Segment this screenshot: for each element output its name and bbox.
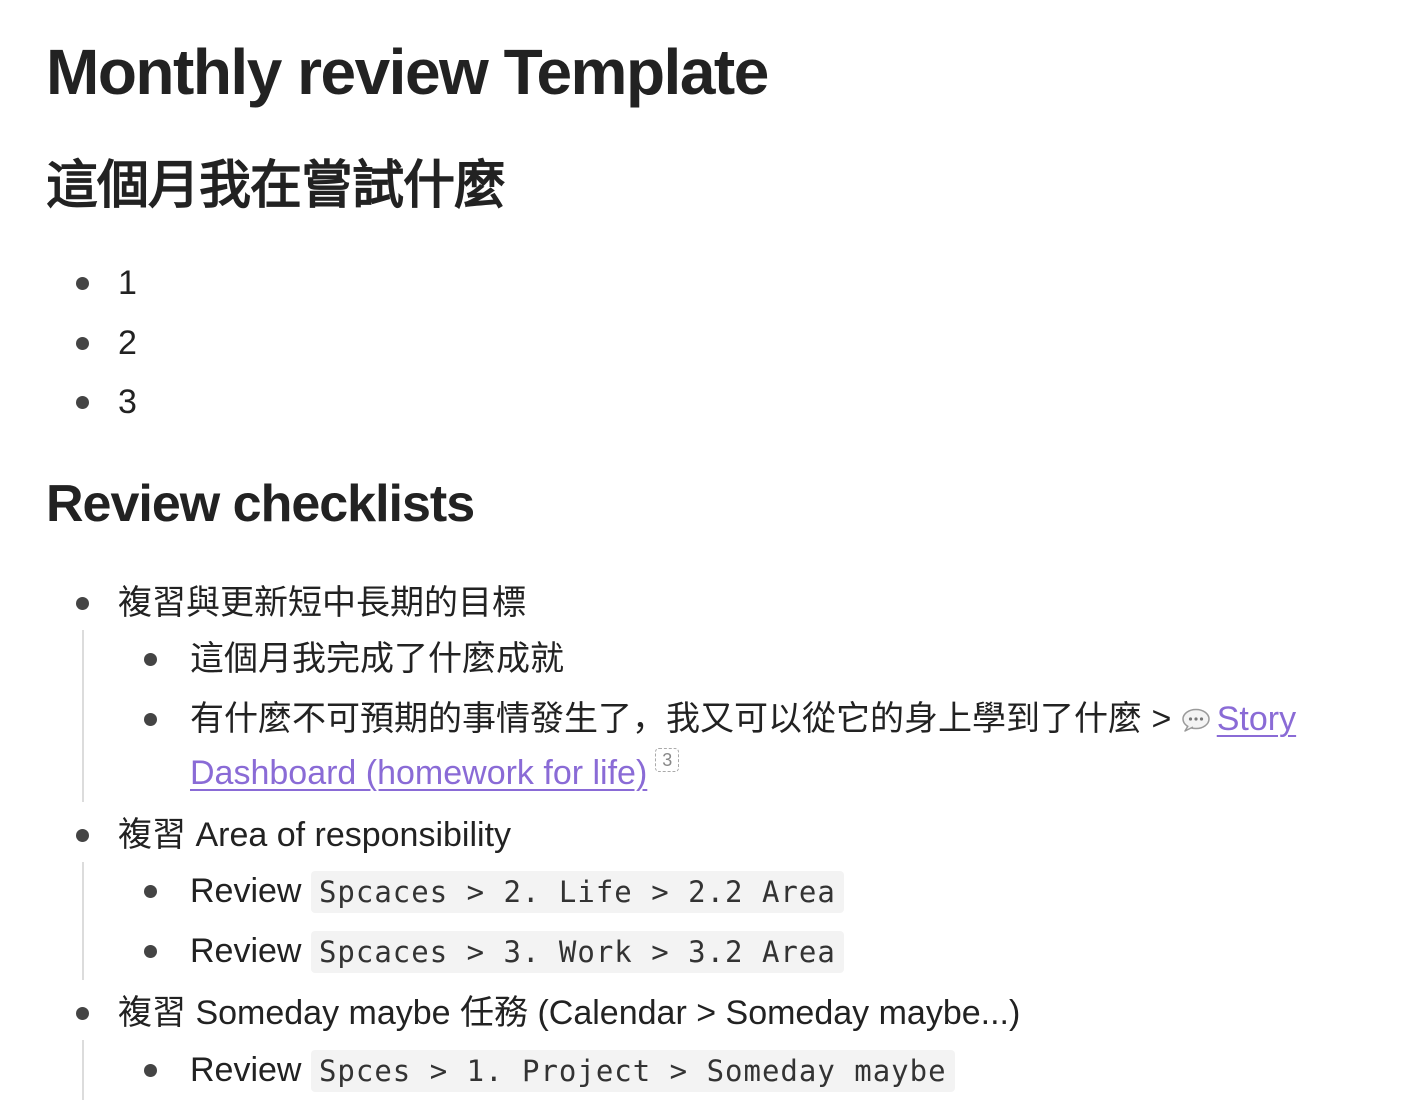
list-item-text: 複習 Area of responsibility <box>118 816 512 854</box>
list-item-text: 複習與更新短中長期的目標 <box>118 584 526 622</box>
checklist-subitem: Review Spces > 1. Project > Someday mayb… <box>144 1043 955 1098</box>
review-prefix: Review <box>190 932 302 970</box>
list-item-text: 3 <box>118 383 137 421</box>
review-prefix: Review <box>190 1051 302 1089</box>
bullet-icon <box>144 1064 157 1077</box>
nesting-guide-line <box>82 630 84 802</box>
page-title: Monthly review Template <box>46 36 769 108</box>
footnote-marker[interactable]: 3 <box>655 748 680 772</box>
list-item-text: 有什麼不可預期的事情發生了，我又可以從它的身上學到了什麼 > <box>190 700 1181 738</box>
speech-bubble-icon <box>1182 708 1210 732</box>
bullet-icon <box>76 1007 89 1020</box>
bullet-icon <box>76 337 89 350</box>
bullet-icon <box>76 829 89 842</box>
heading-review-checklists: Review checklists <box>46 475 475 533</box>
path-code: Spces > 1. Project > Someday maybe <box>310 1050 955 1092</box>
bullet-icon <box>76 597 89 610</box>
nesting-guide-line <box>82 862 84 980</box>
list-item: 3 <box>76 375 137 429</box>
path-code: Spcaces > 2. Life > 2.2 Area <box>310 871 844 913</box>
checklist-subitem: Review Spcaces > 2. Life > 2.2 Area <box>144 864 844 919</box>
link-continuation: Dashboard (homework for life) 3 <box>190 746 680 800</box>
heading-trying-this-month: 這個月我在嘗試什麼 <box>46 157 506 215</box>
checklist-subitem: 有什麼不可預期的事情發生了，我又可以從它的身上學到了什麼 > Story <box>144 692 1296 746</box>
checklist-subitem: Review Spcaces > 3. Work > 3.2 Area <box>144 924 844 979</box>
list-item-text: 複習 Someday maybe 任務 (Calendar > Someday … <box>118 994 1021 1032</box>
nesting-guide-line <box>82 1040 84 1100</box>
checklist-item-someday: 複習 Someday maybe 任務 (Calendar > Someday … <box>76 986 1021 1040</box>
list-item: 1 <box>76 256 137 310</box>
list-item: 2 <box>76 316 137 370</box>
bullet-icon <box>144 653 157 666</box>
list-item-text: 這個月我完成了什麼成就 <box>190 640 564 678</box>
checklist-item-goals: 複習與更新短中長期的目標 <box>76 576 526 630</box>
bullet-icon <box>144 945 157 958</box>
story-dashboard-link-continued[interactable]: Dashboard (homework for life) <box>190 754 647 792</box>
story-dashboard-link[interactable]: Story <box>1181 700 1296 738</box>
review-prefix: Review <box>190 872 302 910</box>
checklist-subitem: 這個月我完成了什麼成就 <box>144 632 564 686</box>
link-text: Story <box>1216 700 1297 738</box>
bullet-icon <box>144 885 157 898</box>
list-item-text: 2 <box>118 324 137 362</box>
bullet-icon <box>144 713 157 726</box>
bullet-icon <box>76 277 89 290</box>
path-code: Spcaces > 3. Work > 3.2 Area <box>310 931 844 973</box>
list-item-text: 1 <box>118 264 137 302</box>
bullet-icon <box>76 396 89 409</box>
checklist-item-area: 複習 Area of responsibility <box>76 808 512 862</box>
